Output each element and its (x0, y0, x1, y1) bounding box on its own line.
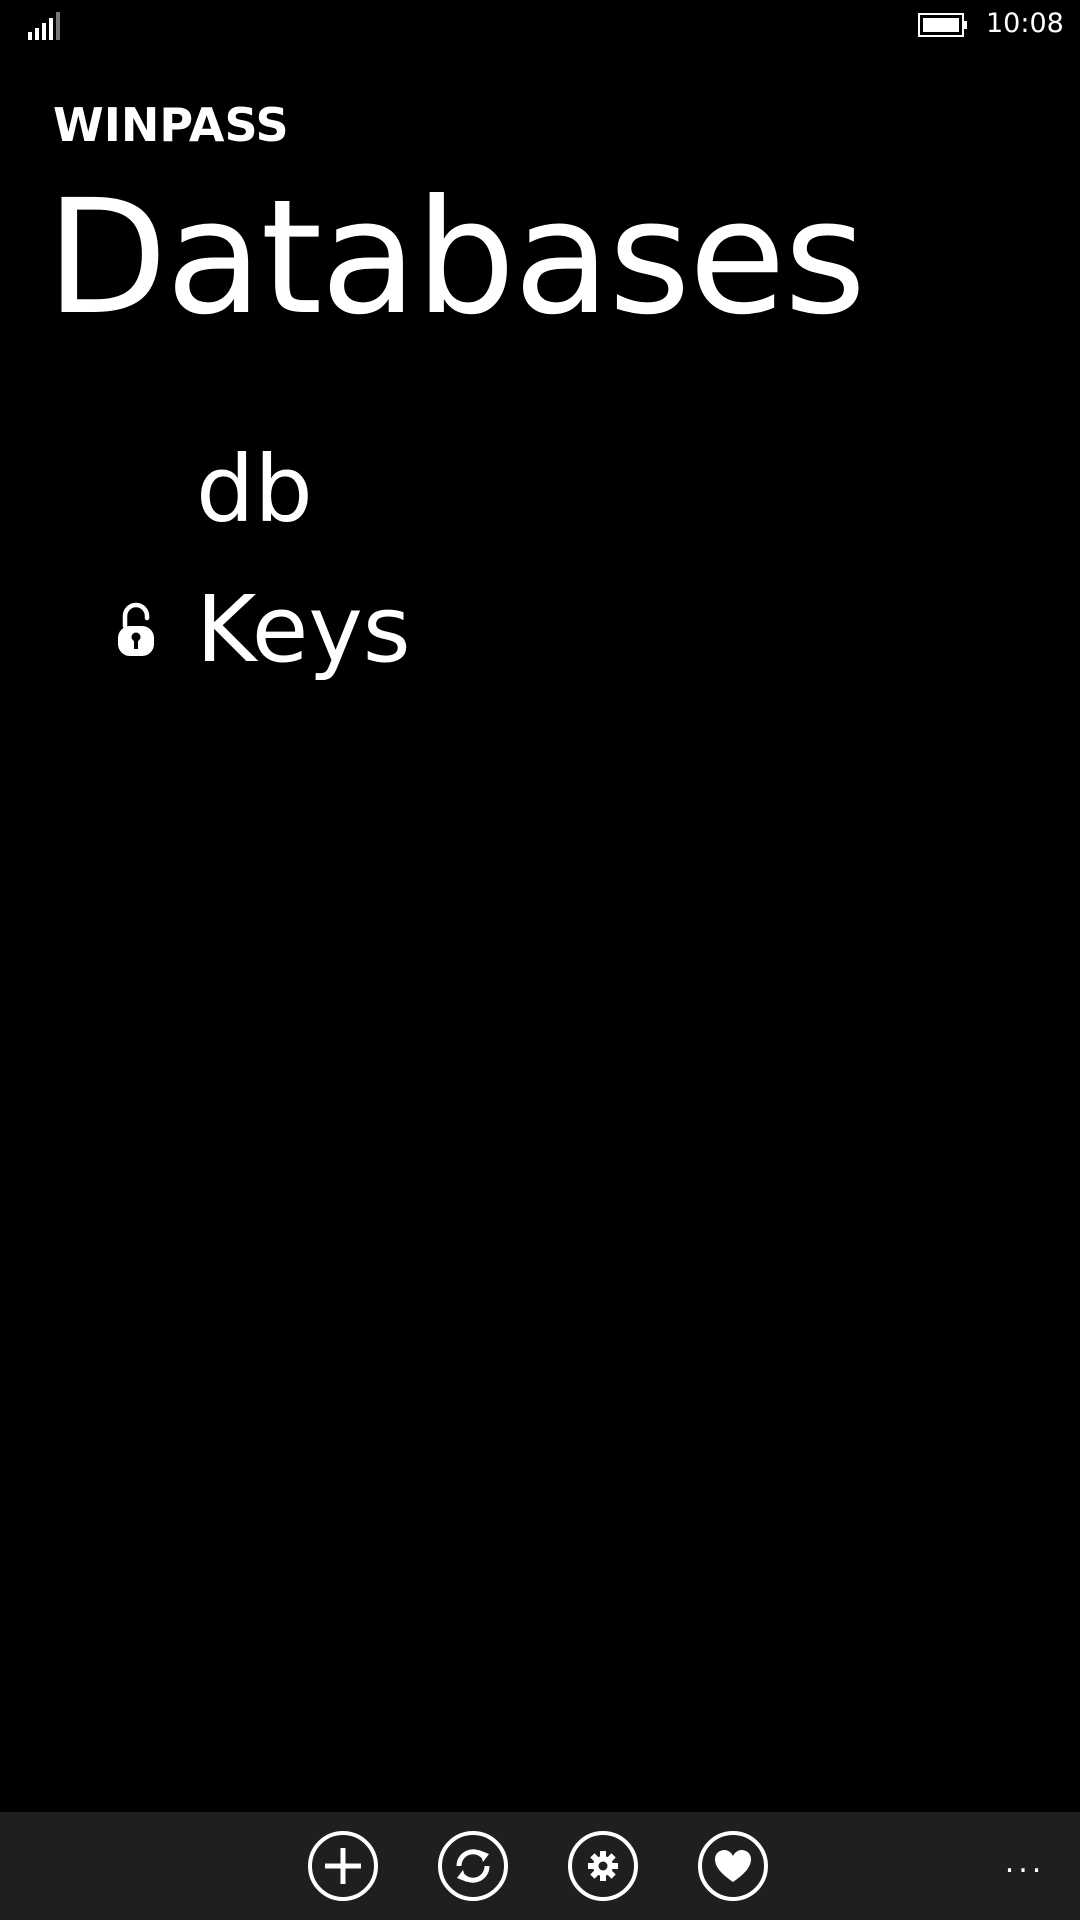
database-list: db Keys (0, 430, 1080, 710)
database-item-db[interactable]: db (0, 430, 1080, 570)
app-bar: ... (0, 1812, 1080, 1920)
database-name: Keys (196, 576, 411, 683)
more-menu-button[interactable]: ... (1000, 1848, 1050, 1878)
app-title: WINPASS (53, 98, 289, 152)
add-button[interactable] (307, 1830, 379, 1902)
page-title: Databases (46, 166, 866, 350)
settings-button[interactable] (567, 1830, 639, 1902)
battery-icon (918, 13, 968, 37)
signal-strength-icon (28, 12, 62, 40)
lock-state-slot (116, 462, 156, 518)
heart-icon (697, 1830, 769, 1902)
plus-icon (307, 1830, 379, 1902)
sync-button[interactable] (437, 1830, 509, 1902)
unlocked-padlock-icon (116, 602, 156, 658)
database-item-keys[interactable]: Keys (0, 570, 1080, 710)
favorite-button[interactable] (697, 1830, 769, 1902)
status-clock: 10:08 (986, 8, 1064, 39)
status-bar: 10:08 (0, 0, 1080, 52)
sync-icon (437, 1830, 509, 1902)
gear-icon (567, 1830, 639, 1902)
database-name: db (196, 436, 313, 543)
